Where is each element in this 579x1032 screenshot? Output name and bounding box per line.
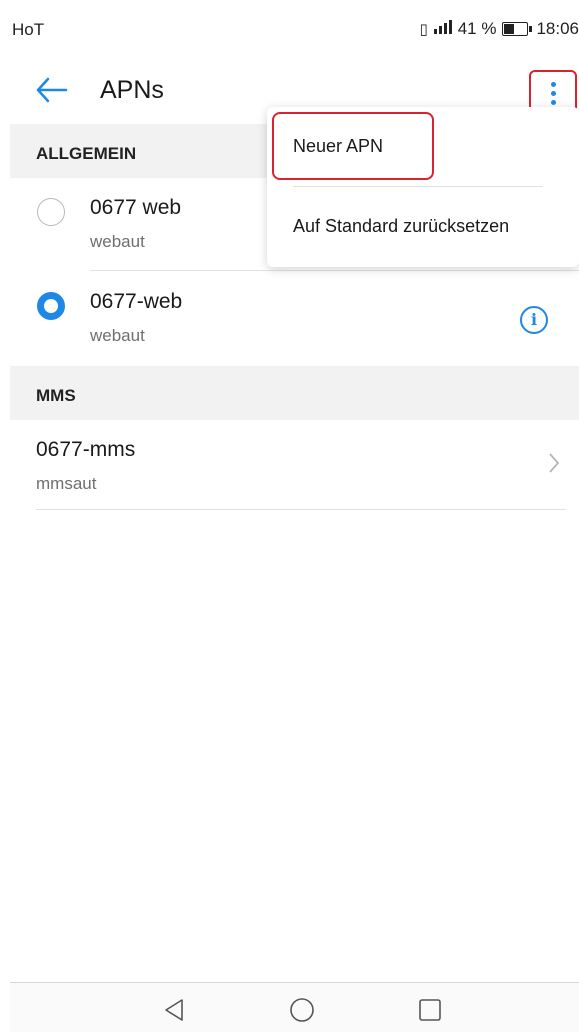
divider	[90, 270, 579, 271]
divider	[36, 509, 566, 510]
apn-subtitle: webaut	[90, 232, 145, 251]
clock: 18:06	[536, 19, 579, 38]
status-bar: HoT ▯ 41 % 18:06	[10, 10, 579, 50]
carrier-label: HoT	[12, 20, 45, 39]
battery-icon	[502, 22, 533, 36]
screen: HoT ▯ 41 % 18:06 APNs ALLGEMEIN 0677 web…	[10, 10, 579, 1032]
nav-recents-button[interactable]	[415, 995, 445, 1025]
apn-title: 0677 web	[90, 196, 182, 219]
navigation-bar	[10, 982, 579, 1032]
chevron-right-icon	[548, 452, 560, 480]
menu-item-auf-standard-zuruecksetzen[interactable]: Auf Standard zurücksetzen	[267, 187, 579, 257]
back-button[interactable]	[32, 72, 72, 108]
status-icons: ▯ 41 % 18:06	[419, 19, 579, 39]
info-icon[interactable]: i	[520, 306, 548, 334]
home-circle-icon	[290, 998, 314, 1022]
apn-title: 0677-mms	[36, 438, 136, 461]
apn-subtitle: webaut	[90, 326, 145, 345]
back-triangle-icon	[165, 999, 183, 1021]
nav-home-button[interactable]	[287, 995, 317, 1025]
vibrate-icon: ▯	[419, 21, 428, 38]
nav-back-button[interactable]	[160, 995, 190, 1025]
section-header-mms: MMS	[10, 366, 579, 420]
apn-title: 0677-web	[90, 290, 183, 313]
highlight-box	[272, 112, 434, 180]
radio-unchecked[interactable]	[37, 198, 65, 226]
battery-percent: 41 %	[457, 19, 497, 38]
page-title: APNs	[100, 76, 164, 104]
recents-square-icon	[419, 999, 441, 1021]
apn-item-0677-web-2[interactable]: 0677-web webaut i	[10, 272, 579, 366]
apn-item-0677-mms[interactable]: 0677-mms mmsaut	[10, 416, 579, 512]
radio-checked[interactable]	[37, 292, 65, 320]
overflow-menu: Neuer APN Auf Standard zurücksetzen	[267, 107, 579, 267]
arrow-left-icon	[36, 77, 68, 103]
apn-subtitle: mmsaut	[36, 474, 97, 493]
signal-icon	[432, 20, 454, 38]
